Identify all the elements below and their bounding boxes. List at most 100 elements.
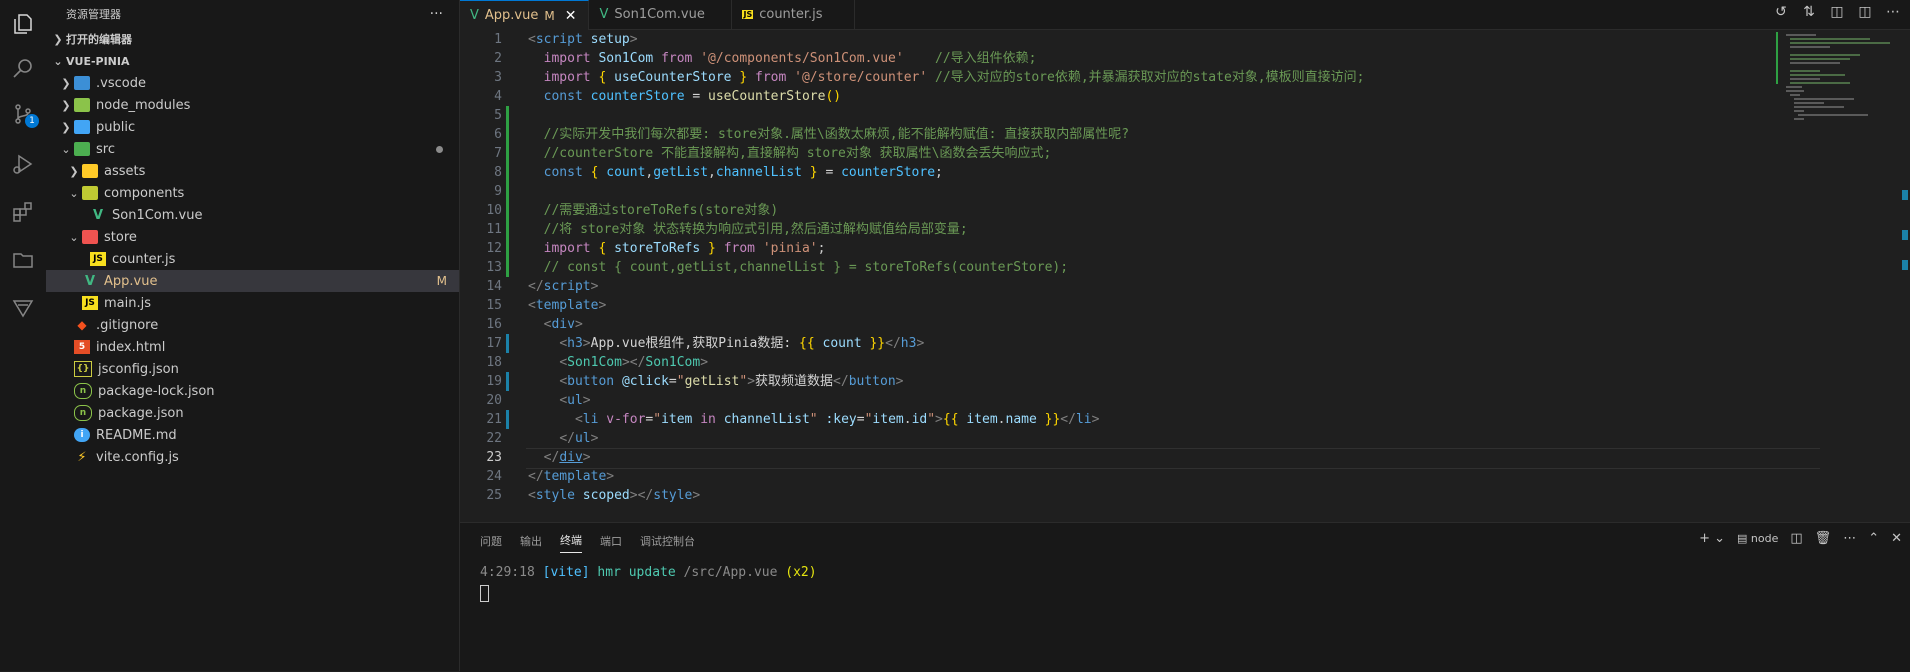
- vue-file-icon: V: [470, 8, 479, 23]
- explorer-icon[interactable]: [7, 8, 39, 40]
- code-text: </script>: [528, 279, 599, 294]
- tree-item-store[interactable]: ⌄ store: [46, 226, 459, 248]
- extensions-icon[interactable]: [7, 196, 39, 228]
- terminal-tag: [vite]: [542, 565, 590, 580]
- tab-problems[interactable]: 问题: [480, 533, 502, 549]
- tree-item-app-vue[interactable]: V App.vue M: [46, 270, 459, 292]
- tab-terminal[interactable]: 终端: [560, 532, 582, 553]
- code-line: 14 </script>: [460, 277, 1760, 296]
- store-folder-icon: [82, 230, 98, 244]
- source-control-icon[interactable]: 1: [7, 98, 39, 130]
- close-icon[interactable]: ✕: [565, 8, 577, 24]
- tree-item-label: src: [96, 141, 115, 157]
- npm-file-icon: n: [74, 405, 92, 421]
- modified-badge: M: [544, 8, 555, 23]
- chevron-right-icon: ❯: [69, 164, 79, 178]
- tree-item-main-js[interactable]: JS main.js: [46, 292, 459, 314]
- tree-item-public[interactable]: ❯ public: [46, 116, 459, 138]
- tab-app-vue[interactable]: V App.vue M ✕: [460, 0, 590, 30]
- tree-item-src[interactable]: ⌄ src: [46, 138, 459, 160]
- terminal-output[interactable]: 4:29:18 [vite] hmr update /src/App.vue (…: [480, 565, 817, 580]
- code-text: </template>: [528, 469, 615, 484]
- search-icon[interactable]: [7, 52, 39, 84]
- line-number: 5: [494, 108, 502, 123]
- line-number: 8: [494, 165, 502, 180]
- more-actions-icon[interactable]: ⋯: [1843, 531, 1856, 546]
- html-file-icon: 5: [74, 340, 90, 354]
- tree-item-label: .vscode: [96, 75, 146, 91]
- modified-line-marker: [506, 334, 509, 353]
- js-file-icon: JS: [90, 252, 106, 266]
- tab-debug-console[interactable]: 调试控制台: [640, 533, 695, 549]
- tree-item-son1com[interactable]: V Son1Com.vue: [46, 204, 459, 226]
- tree-item-assets[interactable]: ❯ assets: [46, 160, 459, 182]
- tree-item-jsconfig[interactable]: {} jsconfig.json: [46, 358, 459, 380]
- close-panel-icon[interactable]: ✕: [1891, 531, 1902, 546]
- code-editor[interactable]: 1 <script setup> 2 import Son1Com from '@…: [460, 30, 1820, 505]
- line-number: 21: [486, 412, 502, 427]
- terminal-icon: ▤: [1737, 532, 1748, 545]
- new-terminal-button[interactable]: + ⌄: [1699, 531, 1725, 546]
- added-line-marker: [506, 201, 509, 220]
- split-editor-icon[interactable]: ◫: [1856, 4, 1874, 20]
- minimap[interactable]: [1776, 30, 1896, 170]
- compare-changes-icon[interactable]: ⇅: [1800, 4, 1818, 20]
- tab-son1com-vue[interactable]: V Son1Com.vue: [589, 0, 733, 29]
- vitest-icon[interactable]: [7, 292, 39, 324]
- tree-item-readme[interactable]: i README.md: [46, 424, 459, 446]
- added-line-marker: [506, 258, 509, 277]
- open-preview-icon[interactable]: ◫: [1828, 4, 1846, 20]
- tree-item-label: assets: [104, 163, 146, 179]
- line-number: 7: [494, 146, 502, 161]
- chevron-right-icon: ❯: [53, 32, 63, 46]
- public-folder-icon: [74, 120, 90, 134]
- src-folder-icon: [74, 142, 90, 156]
- added-line-marker: [506, 144, 509, 163]
- editor-scrollbar[interactable]: [1902, 30, 1910, 330]
- line-number: 23: [486, 450, 502, 465]
- timeline-icon[interactable]: ↺: [1772, 4, 1790, 20]
- tab-counter-js[interactable]: JS counter.js: [732, 0, 856, 29]
- tab-output[interactable]: 输出: [520, 533, 542, 549]
- run-debug-icon[interactable]: [7, 148, 39, 180]
- open-editors-section[interactable]: ❯ 打开的编辑器: [46, 28, 459, 50]
- added-line-marker: [506, 220, 509, 239]
- current-line-highlight: [526, 448, 1820, 469]
- code-line: 22 </ul>: [460, 429, 1760, 448]
- code-line: 15 <template>: [460, 296, 1760, 315]
- code-text: import { storeToRefs } from 'pinia';: [543, 241, 826, 256]
- maximize-panel-icon[interactable]: ⌃: [1868, 531, 1879, 546]
- tab-ports[interactable]: 端口: [600, 533, 622, 549]
- explorer-more-button[interactable]: ···: [430, 6, 443, 22]
- tree-item-package-json[interactable]: n package.json: [46, 402, 459, 424]
- tree-item-index-html[interactable]: 5 index.html: [46, 336, 459, 358]
- more-actions-icon[interactable]: ⋯: [1884, 4, 1902, 20]
- code-text: <button @click="getList">获取频道数据</button>: [559, 374, 904, 389]
- tree-item-vscode[interactable]: ❯ .vscode: [46, 72, 459, 94]
- split-terminal-icon[interactable]: ◫: [1790, 531, 1802, 546]
- code-line: 18 <Son1Com></Son1Com>: [460, 353, 1760, 372]
- folder-icon[interactable]: [7, 244, 39, 276]
- tree-item-gitignore[interactable]: ◆ .gitignore: [46, 314, 459, 336]
- tab-label: Son1Com.vue: [614, 7, 705, 22]
- vue-file-icon: V: [84, 273, 96, 289]
- project-root[interactable]: ⌄ VUE-PINIA: [46, 50, 459, 72]
- tree-item-node-modules[interactable]: ❯ node_modules: [46, 94, 459, 116]
- code-line: 16 <div>: [460, 315, 1760, 334]
- terminal-shell-selector[interactable]: ▤ node: [1737, 532, 1778, 545]
- trash-icon[interactable]: 🗑: [1815, 531, 1832, 546]
- modified-dot-icon: [436, 145, 443, 153]
- tree-item-vite-config[interactable]: ⚡ vite.config.js: [46, 446, 459, 468]
- bottom-panel: 问题 输出 终端 端口 调试控制台 + ⌄ ▤ node ◫ 🗑 ⋯ ⌃ ✕ 4…: [460, 522, 1910, 672]
- tree-item-counter-js[interactable]: JS counter.js: [46, 248, 459, 270]
- panel-actions: + ⌄ ▤ node ◫ 🗑 ⋯ ⌃ ✕: [1699, 531, 1902, 546]
- tree-item-components[interactable]: ⌄ components: [46, 182, 459, 204]
- tree-item-package-lock[interactable]: n package-lock.json: [46, 380, 459, 402]
- code-line: 10 //需要通过storeToRefs(store对象): [460, 201, 1760, 220]
- line-number: 6: [494, 127, 502, 142]
- terminal-message: hmr update: [589, 565, 684, 580]
- tab-label: App.vue: [484, 8, 539, 23]
- tree-item-label: package-lock.json: [98, 383, 215, 399]
- chevron-right-icon: ❯: [61, 76, 71, 90]
- tree-item-label: store: [104, 229, 137, 245]
